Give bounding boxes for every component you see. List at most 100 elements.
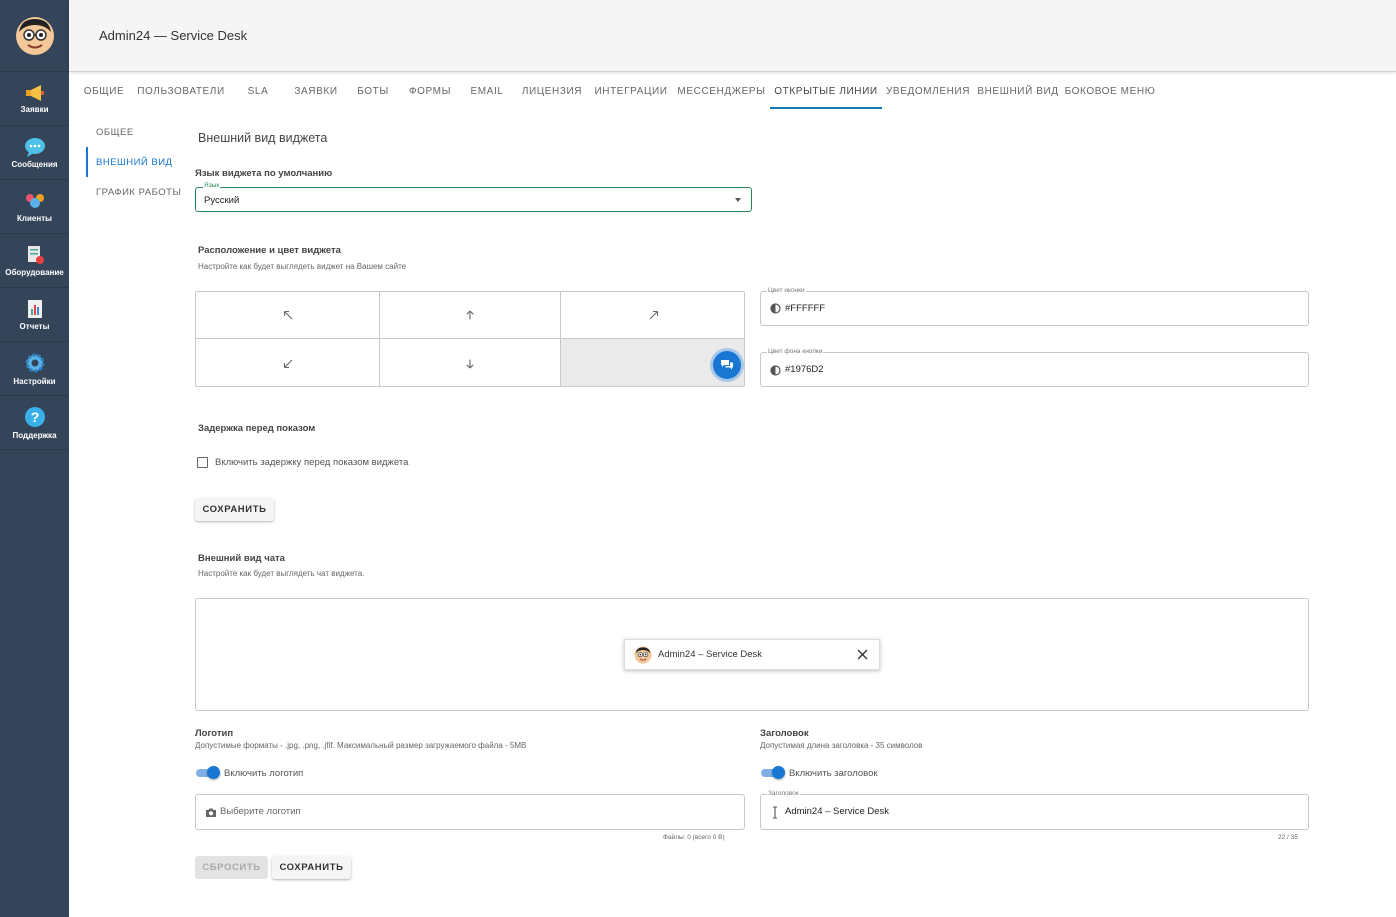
arrow-down-icon <box>466 359 474 368</box>
subnav: Общее Внешний вид График работы <box>86 117 186 207</box>
chat-heading: Внешний вид чата <box>198 553 285 564</box>
gear-icon <box>25 353 44 372</box>
button-bg-color-label: Цвет фона кнопки <box>767 348 824 355</box>
logo-hint: Допустимые форматы - .jpg, .png, .jfif. … <box>195 741 527 750</box>
close-icon[interactable] <box>857 649 868 660</box>
position-top-right[interactable] <box>561 292 744 339</box>
subnav-item-appearance[interactable]: Внешний вид <box>86 147 186 177</box>
tab-users[interactable]: Пользователи <box>137 73 224 109</box>
position-bottom-left[interactable] <box>196 339 380 386</box>
logo-toggle-label[interactable]: Включить логотип <box>224 768 303 779</box>
sidebar-item-label: Оборудование <box>5 267 64 277</box>
chat-bubble-icon <box>24 137 45 157</box>
chat-preview-title: Admin24 – Service Desk <box>658 649 763 660</box>
sidebar-item-reports[interactable]: Отчеты <box>0 288 69 342</box>
icon-color-value: #FFFFFF <box>785 303 826 314</box>
language-field-label: Язык <box>203 182 221 189</box>
chevron-down-icon <box>735 198 741 202</box>
equipment-icon <box>27 245 44 264</box>
app-title: Admin24 — Service Desk <box>99 28 248 43</box>
logo-files-count: Файлы: 0 (всего 0 B) <box>663 834 725 841</box>
tab-email[interactable]: Email <box>467 73 507 109</box>
users-icon <box>25 193 44 208</box>
app-logo[interactable] <box>0 0 69 72</box>
sidebar-item-settings[interactable]: Настройки <box>0 342 69 396</box>
tab-side-menu[interactable]: Боковое меню <box>1065 73 1155 109</box>
position-top-left[interactable] <box>196 292 380 339</box>
tab-requests[interactable]: Заявки <box>291 73 341 109</box>
chat-preview-header: Admin24 – Service Desk <box>624 639 880 670</box>
sidebar-item-label: Заявки <box>20 104 49 114</box>
arrow-up-icon <box>466 310 474 320</box>
header-field-label: Заголовок <box>767 790 800 797</box>
header-title-value: Admin24 – Service Desk <box>785 806 890 817</box>
tab-integrations[interactable]: Интеграции <box>594 73 667 109</box>
avatar-icon <box>634 646 652 664</box>
help-icon: ? <box>24 406 45 427</box>
tab-notifications[interactable]: Уведомления <box>886 73 969 109</box>
reset-button[interactable]: Сбросить <box>195 856 268 879</box>
top-header: Admin24 — Service Desk <box>69 0 1396 72</box>
left-sidebar: Заявки Сообщения Клиенты Оборудование От… <box>0 0 69 917</box>
logo-placeholder: Выберите логотип <box>220 806 301 817</box>
language-heading: Язык виджета по умолчанию <box>195 168 333 179</box>
camera-icon <box>206 808 216 817</box>
sidebar-item-equipment[interactable]: Оборудование <box>0 234 69 288</box>
avatar-logo-icon <box>15 16 54 55</box>
sidebar-item-support[interactable]: ? Поддержка <box>0 396 69 450</box>
icon-color-label: Цвет иконки <box>767 287 806 294</box>
position-hint: Настройте как будет выглядеть виджет на … <box>198 262 407 271</box>
header-char-counter: 22 / 35 <box>1278 834 1298 841</box>
text-cursor-icon <box>773 806 777 819</box>
tab-open-lines[interactable]: Открытые линии <box>770 73 882 109</box>
button-bg-color-field[interactable]: Цвет фона кнопки #1976D2 <box>760 348 1309 387</box>
save-chat-button[interactable]: Сохранить <box>272 856 351 879</box>
sidebar-item-label: Отчеты <box>19 321 50 331</box>
delay-heading: Задержка перед показом <box>198 423 316 434</box>
tab-sla[interactable]: SLA <box>241 73 275 109</box>
logo-heading: Логотип <box>195 728 234 739</box>
tab-license[interactable]: Лицензия <box>519 73 585 109</box>
sidebar-item-messages[interactable]: Сообщения <box>0 126 69 180</box>
tab-bots[interactable]: Боты <box>353 73 393 109</box>
sidebar-item-label: Сообщения <box>11 159 58 169</box>
icon-color-field[interactable]: Цвет иконки #FFFFFF <box>760 287 1309 326</box>
widget-chat-button-preview <box>713 351 741 379</box>
position-bottom-center[interactable] <box>380 339 561 386</box>
header-toggle-label[interactable]: Включить заголовок <box>789 768 878 779</box>
header-hint: Допустимая длина заголовка - 35 символов <box>760 741 923 750</box>
comments-icon <box>721 360 733 370</box>
save-widget-button[interactable]: Сохранить <box>195 498 274 521</box>
sidebar-item-clients[interactable]: Клиенты <box>0 180 69 234</box>
header-title-input[interactable]: Заголовок Admin24 – Service Desk <box>760 790 1309 830</box>
color-contrast-icon <box>770 303 781 314</box>
sidebar-item-label: Поддержка <box>12 430 57 440</box>
language-select[interactable]: Язык Русский <box>195 182 752 212</box>
tab-messengers[interactable]: Мессенджеры <box>677 73 766 109</box>
subnav-item-schedule[interactable]: График работы <box>86 177 186 207</box>
logo-file-input[interactable]: Выберите логотип <box>195 794 745 830</box>
tab-appearance[interactable]: Внешний вид <box>977 73 1058 109</box>
color-contrast-icon <box>770 365 781 376</box>
widget-section-title: Внешний вид виджета <box>198 131 328 145</box>
arrow-up-right-icon <box>649 310 658 320</box>
position-top-center[interactable] <box>380 292 561 339</box>
sidebar-item-label: Настройки <box>13 376 56 386</box>
header-toggle[interactable] <box>761 766 785 779</box>
arrow-down-left-icon <box>283 359 292 368</box>
tab-forms[interactable]: Формы <box>405 73 455 109</box>
logo-toggle[interactable] <box>196 766 220 779</box>
subnav-item-general[interactable]: Общее <box>86 117 186 147</box>
delay-checkbox[interactable] <box>197 457 208 468</box>
chat-hint: Настройте как будет выглядеть чат виджет… <box>198 569 365 578</box>
delay-checkbox-label[interactable]: Включить задержку перед показом виджета <box>215 457 408 468</box>
arrow-up-left-icon <box>283 310 292 320</box>
sidebar-item-requests[interactable]: Заявки <box>0 72 69 126</box>
tab-general[interactable]: Общие <box>81 73 127 109</box>
widget-position-grid <box>195 291 745 387</box>
language-value: Русский <box>204 195 240 206</box>
settings-tabs: Общие Пользователи SLA Заявки Боты Формы… <box>69 73 1396 109</box>
position-heading: Расположение и цвет виджета <box>198 245 341 256</box>
position-bottom-right[interactable] <box>561 339 744 386</box>
button-bg-color-value: #1976D2 <box>785 364 824 375</box>
